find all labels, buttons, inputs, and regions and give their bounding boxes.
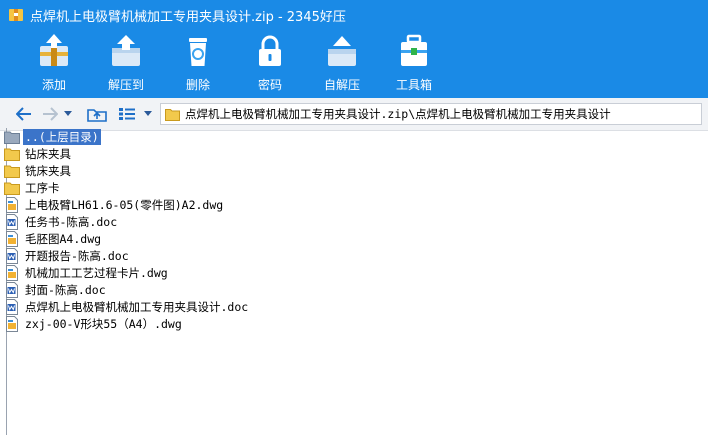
folder-icon <box>165 108 180 121</box>
list-item[interactable]: zxj-00-V形块55（A4）.dwg <box>4 315 184 332</box>
list-item[interactable]: 上电极臂LH61.6-05(零件图)A2.dwg <box>4 196 225 213</box>
navigation-bar: 点焊机上电极臂机械加工专用夹具设计.zip\点焊机上电极臂机械加工专用夹具设计 <box>0 98 708 131</box>
dwg-file-icon <box>6 315 18 332</box>
list-item[interactable]: 封面-陈高.doc <box>4 281 108 298</box>
folder-icon <box>4 165 20 178</box>
extract-icon <box>112 35 140 66</box>
address-path: 点焊机上电极臂机械加工专用夹具设计.zip\点焊机上电极臂机械加工专用夹具设计 <box>185 107 611 121</box>
lock-icon <box>259 35 281 66</box>
file-name: 工序卡 <box>25 180 60 195</box>
file-name: zxj-00-V形块55（A4）.dwg <box>25 316 182 331</box>
self-extract-label: 自解压 <box>323 78 360 92</box>
doc-file-icon <box>6 247 18 264</box>
file-name: 点焊机上电极臂机械加工专用夹具设计.doc <box>25 299 249 314</box>
doc-file-icon <box>6 213 18 230</box>
title-bar: 点焊机上电极臂机械加工专用夹具设计.zip - 2345好压 添加 解压到 删除… <box>0 0 708 98</box>
self-extract-button[interactable]: 自解压 <box>306 30 378 94</box>
extract-to-button[interactable]: 解压到 <box>90 30 162 94</box>
dwg-file-icon <box>6 230 18 247</box>
forward-history-dropdown[interactable] <box>62 104 74 124</box>
address-field[interactable]: 点焊机上电极臂机械加工专用夹具设计.zip\点焊机上电极臂机械加工专用夹具设计 <box>160 103 702 125</box>
list-item[interactable]: 工序卡 <box>4 179 62 196</box>
file-name: 上电极臂LH61.6-05(零件图)A2.dwg <box>25 197 224 212</box>
up-folder-button[interactable] <box>86 104 108 124</box>
dwg-file-icon <box>6 196 18 213</box>
list-item-parent-directory[interactable]: ..(上层目录) <box>4 128 101 145</box>
list-item[interactable]: 点焊机上电极臂机械加工专用夹具设计.doc <box>4 298 250 315</box>
toolbox-label: 工具箱 <box>395 78 432 92</box>
folder-icon <box>4 182 20 195</box>
file-name: 毛胚图A4.dwg <box>25 231 102 246</box>
folder-up-icon <box>87 109 107 122</box>
file-name: 封面-陈高.doc <box>25 282 106 297</box>
file-name: ..(上层目录) <box>23 128 101 145</box>
list-view-icon <box>119 108 135 120</box>
title-row: 点焊机上电极臂机械加工专用夹具设计.zip - 2345好压 <box>0 0 708 30</box>
arrow-right-icon <box>43 107 58 121</box>
dwg-file-icon <box>6 264 18 281</box>
delete-button[interactable]: 删除 <box>162 30 234 94</box>
file-name: 钻床夹具 <box>25 146 71 161</box>
file-name: 铣床夹具 <box>25 163 71 178</box>
list-item[interactable]: 机械加工工艺过程卡片.dwg <box>4 264 170 281</box>
list-item[interactable]: 钻床夹具 <box>4 145 73 162</box>
trash-icon <box>189 38 207 66</box>
password-button[interactable]: 密码 <box>234 30 306 94</box>
parent-folder-icon <box>4 131 20 144</box>
toolbar: 添加 解压到 删除 密码 自解压 工具箱 <box>18 30 450 94</box>
file-name: 开题报告-陈高.doc <box>25 248 129 263</box>
doc-file-icon <box>6 281 18 298</box>
folder-icon <box>4 148 20 161</box>
toolbox-button[interactable]: 工具箱 <box>378 30 450 94</box>
password-label: 密码 <box>257 78 282 92</box>
view-mode-dropdown[interactable] <box>142 104 154 124</box>
list-item[interactable]: 铣床夹具 <box>4 162 73 179</box>
list-item[interactable]: 开题报告-陈高.doc <box>4 247 131 264</box>
list-item[interactable]: 任务书-陈高.doc <box>4 213 119 230</box>
window-title: 点焊机上电极臂机械加工专用夹具设计.zip - 2345好压 <box>30 9 346 25</box>
self-extract-icon <box>328 36 356 66</box>
list-item[interactable]: 毛胚图A4.dwg <box>4 230 103 247</box>
file-name: 任务书-陈高.doc <box>25 214 118 229</box>
add-label: 添加 <box>41 78 66 92</box>
file-name: 机械加工工艺过程卡片.dwg <box>25 265 168 280</box>
chevron-down-icon <box>64 111 72 116</box>
chevron-down-icon <box>144 111 152 116</box>
arrow-left-icon <box>16 107 31 121</box>
add-button[interactable]: 添加 <box>18 30 90 94</box>
back-button[interactable] <box>14 104 34 124</box>
file-list: ..(上层目录) 钻床夹具 铣床夹具 工序卡 上电极臂LH61.6-05(零件图… <box>0 128 708 435</box>
extract-to-label: 解压到 <box>107 78 144 92</box>
forward-button[interactable] <box>40 104 60 124</box>
add-archive-icon <box>40 34 68 66</box>
view-mode-button[interactable] <box>116 104 138 124</box>
toolbox-icon <box>401 34 427 66</box>
delete-label: 删除 <box>185 78 210 92</box>
app-logo-icon <box>9 9 23 21</box>
doc-file-icon <box>6 298 18 315</box>
